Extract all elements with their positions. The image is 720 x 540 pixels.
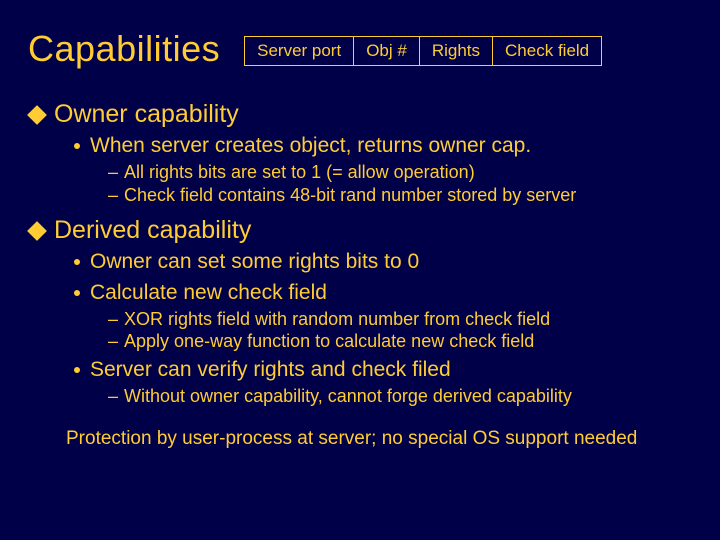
sub-bullet-item: – XOR rights field with random number fr…: [108, 308, 700, 331]
diamond-bullet-icon: [27, 105, 47, 125]
sub-bullet-text: Without owner capability, cannot forge d…: [124, 385, 572, 408]
sub-bullet-text: Check field contains 48-bit rand number …: [124, 184, 576, 207]
bullet-text: When server creates object, returns owne…: [90, 133, 531, 159]
dot-bullet-icon: [74, 367, 80, 373]
dash-bullet-icon: –: [108, 308, 118, 331]
sub-bullet-item: – Check field contains 48-bit rand numbe…: [108, 184, 700, 207]
dash-bullet-icon: –: [108, 385, 118, 408]
bullet-text: Owner can set some rights bits to 0: [90, 249, 419, 275]
sub-bullet-item: – All rights bits are set to 1 (= allow …: [108, 161, 700, 184]
field-obj-num: Obj #: [354, 37, 420, 66]
field-rights: Rights: [419, 37, 492, 66]
dash-bullet-icon: –: [108, 184, 118, 207]
footer-note: Protection by user-process at server; no…: [66, 428, 700, 450]
sub-bullet-item: – Without owner capability, cannot forge…: [108, 385, 700, 408]
slide: Capabilities Server port Obj # Rights Ch…: [0, 0, 720, 540]
dot-bullet-icon: [74, 143, 80, 149]
dot-bullet-icon: [74, 259, 80, 265]
bullet-text: Server can verify rights and check filed: [90, 357, 451, 383]
field-check: Check field: [493, 37, 602, 66]
bullet-item: Server can verify rights and check filed: [74, 357, 700, 383]
dot-bullet-icon: [74, 290, 80, 296]
field-server-port: Server port: [245, 37, 354, 66]
bullet-text: Calculate new check field: [90, 280, 327, 306]
slide-header: Capabilities Server port Obj # Rights Ch…: [28, 28, 700, 70]
capability-fields-table: Server port Obj # Rights Check field: [244, 36, 602, 66]
bullet-item: When server creates object, returns owne…: [74, 133, 700, 159]
slide-body: Owner capability When server creates obj…: [28, 100, 700, 450]
dash-bullet-icon: –: [108, 330, 118, 353]
diamond-bullet-icon: [27, 221, 47, 241]
section-derived-title: Derived capability: [54, 216, 251, 245]
slide-title: Capabilities: [28, 28, 220, 70]
section-owner-heading: Owner capability: [28, 100, 700, 129]
sub-bullet-text: All rights bits are set to 1 (= allow op…: [124, 161, 475, 184]
sub-bullet-item: – Apply one-way function to calculate ne…: [108, 330, 700, 353]
section-owner-title: Owner capability: [54, 100, 239, 129]
section-derived-heading: Derived capability: [28, 216, 700, 245]
dash-bullet-icon: –: [108, 161, 118, 184]
bullet-item: Owner can set some rights bits to 0: [74, 249, 700, 275]
bullet-item: Calculate new check field: [74, 280, 700, 306]
sub-bullet-text: Apply one-way function to calculate new …: [124, 330, 534, 353]
sub-bullet-text: XOR rights field with random number from…: [124, 308, 550, 331]
